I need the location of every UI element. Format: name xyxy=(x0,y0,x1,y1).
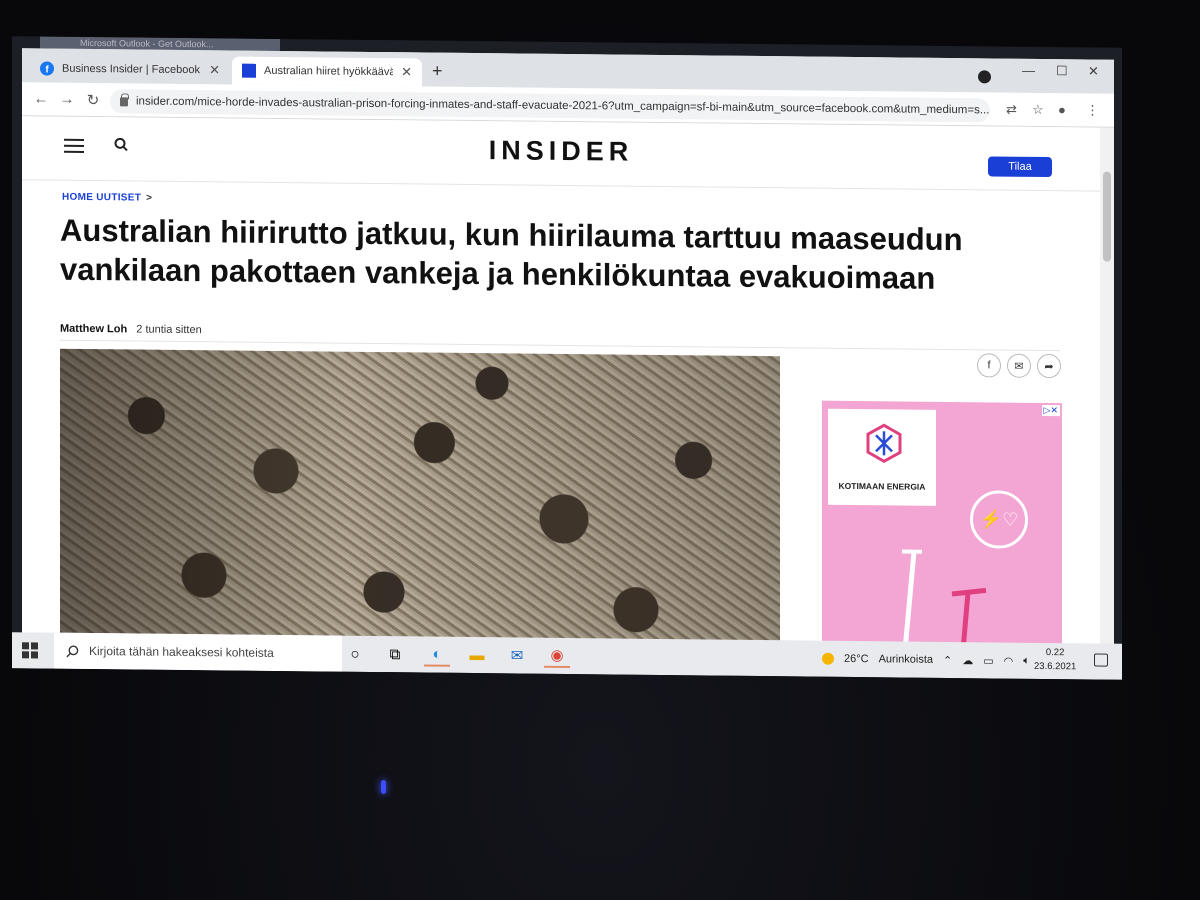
volume-icon[interactable]: 🔈︎ xyxy=(1023,654,1030,667)
cloud-icon[interactable]: ☁ xyxy=(962,654,973,667)
tab-title: Australian hiiret hyökkäävät vank xyxy=(264,64,394,79)
power-led xyxy=(381,780,386,794)
taskbar-search[interactable]: Kirjoita tähän hakeaksesi kohteista xyxy=(54,632,342,672)
weather-text[interactable]: Aurinkoista xyxy=(879,653,933,666)
breadcrumb[interactable]: HOME UUTISET > xyxy=(62,192,152,204)
address-bar[interactable]: insider.com/mice-horde-invades-australia… xyxy=(110,89,990,123)
facebook-icon: f xyxy=(40,61,54,76)
search-icon xyxy=(66,645,79,657)
chevron-right-icon: > xyxy=(146,192,153,204)
bookmark-star-icon[interactable]: ☆ xyxy=(1032,102,1044,118)
url-text: insider.com/mice-horde-invades-australia… xyxy=(136,95,990,117)
subscribe-button[interactable]: Tilaa xyxy=(988,156,1052,178)
battery-icon[interactable]: ▭ xyxy=(983,654,993,667)
notification-icon[interactable] xyxy=(1094,653,1108,667)
profile-icon[interactable]: ● xyxy=(1058,102,1066,117)
sun-icon[interactable] xyxy=(822,652,834,665)
task-view-icon[interactable]: ⧉ xyxy=(382,642,408,666)
scrollbar-thumb[interactable] xyxy=(1103,171,1111,262)
facebook-share-icon[interactable]: f xyxy=(977,353,1001,378)
translate-icon[interactable]: ⇄ xyxy=(1006,102,1017,118)
tab-facebook[interactable]: f Business Insider | Facebook ✕ xyxy=(30,54,230,84)
weather-temp[interactable]: 26°C xyxy=(844,653,869,665)
reload-icon[interactable]: ↻ xyxy=(80,90,106,108)
email-icon[interactable]: ✉ xyxy=(1007,353,1031,378)
forward-icon[interactable]: → xyxy=(54,91,80,108)
web-page: INSIDER Tilaa HOME UUTISET > Australian h… xyxy=(22,116,1100,660)
minimize-icon[interactable]: — xyxy=(1022,63,1035,78)
kotimaan-energia-logo-icon xyxy=(866,423,902,464)
maximize-icon[interactable]: ☐ xyxy=(1056,63,1068,79)
tab-title: Business Insider | Facebook xyxy=(62,62,200,77)
article-headline: Australian hiirirutto jatkuu, kun hiiril… xyxy=(60,212,963,296)
taskbar-clock[interactable]: 0.22 23.6.2021 xyxy=(1034,646,1076,674)
byline: Matthew Loh 2 tuntia sitten xyxy=(60,323,202,336)
laptop: Microsoft Outlook - Get Outlook... f Bus… xyxy=(0,0,1200,900)
tab-insider[interactable]: Australian hiiret hyökkäävät vank ✕ xyxy=(232,56,422,87)
scrollbar[interactable] xyxy=(1100,127,1114,660)
publish-time: 2 tuntia sitten xyxy=(136,323,202,337)
menu-dots-icon[interactable]: ⋮ xyxy=(1086,102,1099,118)
close-icon[interactable]: ✕ xyxy=(401,64,412,80)
edge-icon[interactable]: ◐ xyxy=(424,642,450,667)
cortana-icon[interactable]: ○ xyxy=(342,642,368,666)
bolt-heart-icon: ⚡♡ xyxy=(970,490,1028,549)
clock-date: 23.6.2021 xyxy=(1034,660,1077,673)
chevron-up-icon[interactable]: ⌃ xyxy=(943,653,952,666)
ad-brand: KOTIMAAN ENERGIA xyxy=(838,480,926,492)
browser-window: f Business Insider | Facebook ✕ Australi… xyxy=(22,48,1114,660)
windows-start-icon[interactable] xyxy=(22,642,38,659)
close-window-icon[interactable]: ✕ xyxy=(1088,63,1099,79)
share-buttons: f ✉ ➦ xyxy=(977,353,1061,379)
new-tab-button[interactable]: + xyxy=(432,61,443,82)
lock-icon[interactable] xyxy=(120,96,128,106)
close-icon[interactable]: ✕ xyxy=(209,62,220,78)
site-header: INSIDER Tilaa xyxy=(22,116,1100,192)
advertisement[interactable]: ▷✕ KOTIMAAN ENERGIA ⚡♡ xyxy=(822,400,1062,660)
clock-time: 0.22 xyxy=(1045,647,1065,659)
share-icon[interactable]: ➦ xyxy=(1037,353,1061,379)
ad-logo-box: KOTIMAAN ENERGIA xyxy=(828,408,936,506)
system-tray: 26°C Aurinkoista ⌃ ☁ ▭ ◠ 🔈︎ xyxy=(822,641,1030,679)
file-explorer-icon[interactable]: ▬ xyxy=(464,643,490,667)
adchoices-icon[interactable]: ▷✕ xyxy=(1041,404,1060,417)
mail-icon[interactable]: ✉ xyxy=(504,643,530,667)
wifi-icon[interactable]: ◠ xyxy=(1004,654,1014,667)
taskbar-search-placeholder: Kirjoita tähän hakeaksesi kohteista xyxy=(89,643,274,660)
insider-icon xyxy=(242,63,256,78)
screen: Microsoft Outlook - Get Outlook... f Bus… xyxy=(12,36,1122,680)
author-link[interactable]: Matthew Loh xyxy=(60,323,127,336)
insider-logo[interactable]: INSIDER xyxy=(22,130,1100,172)
article-hero-image xyxy=(60,348,780,657)
breadcrumb-label[interactable]: HOME UUTISET xyxy=(62,192,141,204)
back-icon[interactable]: ← xyxy=(28,90,54,107)
tab-search-icon[interactable] xyxy=(978,70,991,84)
chrome-icon[interactable]: ◉ xyxy=(544,643,570,669)
